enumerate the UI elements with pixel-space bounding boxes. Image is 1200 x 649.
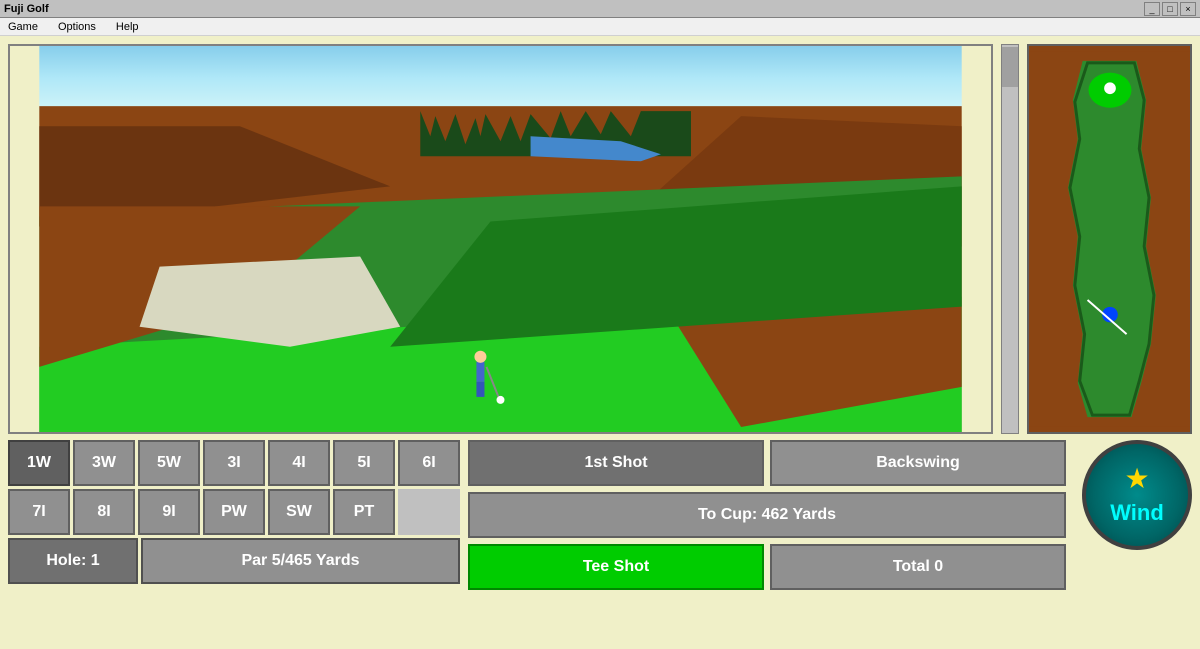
- club-grid-area: 1W 3W 5W 3I 4I 5I 6I 7I 8I 9I PW SW PT H…: [8, 440, 460, 590]
- hole-info-row: Hole: 1 Par 5/465 Yards: [8, 538, 460, 584]
- wind-indicator: ★ Wind: [1082, 440, 1192, 550]
- club-row-2: 7I 8I 9I PW SW PT: [8, 489, 460, 535]
- club-4i[interactable]: 4I: [268, 440, 330, 486]
- wind-star-icon: ★: [1124, 462, 1149, 495]
- maximize-button[interactable]: □: [1162, 2, 1178, 16]
- club-5w[interactable]: 5W: [138, 440, 200, 486]
- backswing-button[interactable]: Backswing: [770, 440, 1066, 486]
- minimap: [1027, 44, 1192, 434]
- game-viewport[interactable]: [8, 44, 993, 434]
- titlebar: Fuji Golf _ □ ×: [0, 0, 1200, 18]
- club-pt[interactable]: PT: [333, 489, 395, 535]
- club-6i[interactable]: 6I: [398, 440, 460, 486]
- bottom-section: 1W 3W 5W 3I 4I 5I 6I 7I 8I 9I PW SW PT H…: [8, 440, 1192, 590]
- hole-badge: Hole: 1: [8, 538, 138, 584]
- club-7i[interactable]: 7I: [8, 489, 70, 535]
- wind-label: Wind: [1110, 500, 1164, 526]
- close-button[interactable]: ×: [1180, 2, 1196, 16]
- club-9i[interactable]: 9I: [138, 489, 200, 535]
- shot-row-2: Tee Shot Total 0: [468, 544, 1066, 590]
- menu-options[interactable]: Options: [54, 21, 100, 33]
- club-row-1: 1W 3W 5W 3I 4I 5I 6I: [8, 440, 460, 486]
- right-controls: 1st Shot Backswing To Cup: 462 Yards Tee…: [468, 440, 1066, 590]
- menubar: Game Options Help: [0, 18, 1200, 36]
- distance-bar: To Cup: 462 Yards: [468, 492, 1066, 538]
- shot-row-1: 1st Shot Backswing: [468, 440, 1066, 486]
- window-title: Fuji Golf: [4, 3, 49, 15]
- top-section: [8, 44, 1192, 434]
- tee-shot-button[interactable]: Tee Shot: [468, 544, 764, 590]
- club-3w[interactable]: 3W: [73, 440, 135, 486]
- club-3i[interactable]: 3I: [203, 440, 265, 486]
- club-empty: [398, 489, 460, 535]
- par-badge: Par 5/465 Yards: [141, 538, 460, 584]
- window-controls: _ □ ×: [1144, 2, 1196, 16]
- club-1w[interactable]: 1W: [8, 440, 70, 486]
- minimize-button[interactable]: _: [1144, 2, 1160, 16]
- minimap-svg: [1029, 46, 1190, 432]
- main-content: 1W 3W 5W 3I 4I 5I 6I 7I 8I 9I PW SW PT H…: [0, 36, 1200, 649]
- menu-help[interactable]: Help: [112, 21, 143, 33]
- menu-game[interactable]: Game: [4, 21, 42, 33]
- club-5i[interactable]: 5I: [333, 440, 395, 486]
- first-shot-button[interactable]: 1st Shot: [468, 440, 764, 486]
- club-8i[interactable]: 8I: [73, 489, 135, 535]
- scrollbar-thumb[interactable]: [1002, 47, 1018, 87]
- club-pw[interactable]: PW: [203, 489, 265, 535]
- total-bar: Total 0: [770, 544, 1066, 590]
- club-sw[interactable]: SW: [268, 489, 330, 535]
- game-scene: [10, 46, 991, 432]
- vertical-scrollbar[interactable]: [1001, 44, 1019, 434]
